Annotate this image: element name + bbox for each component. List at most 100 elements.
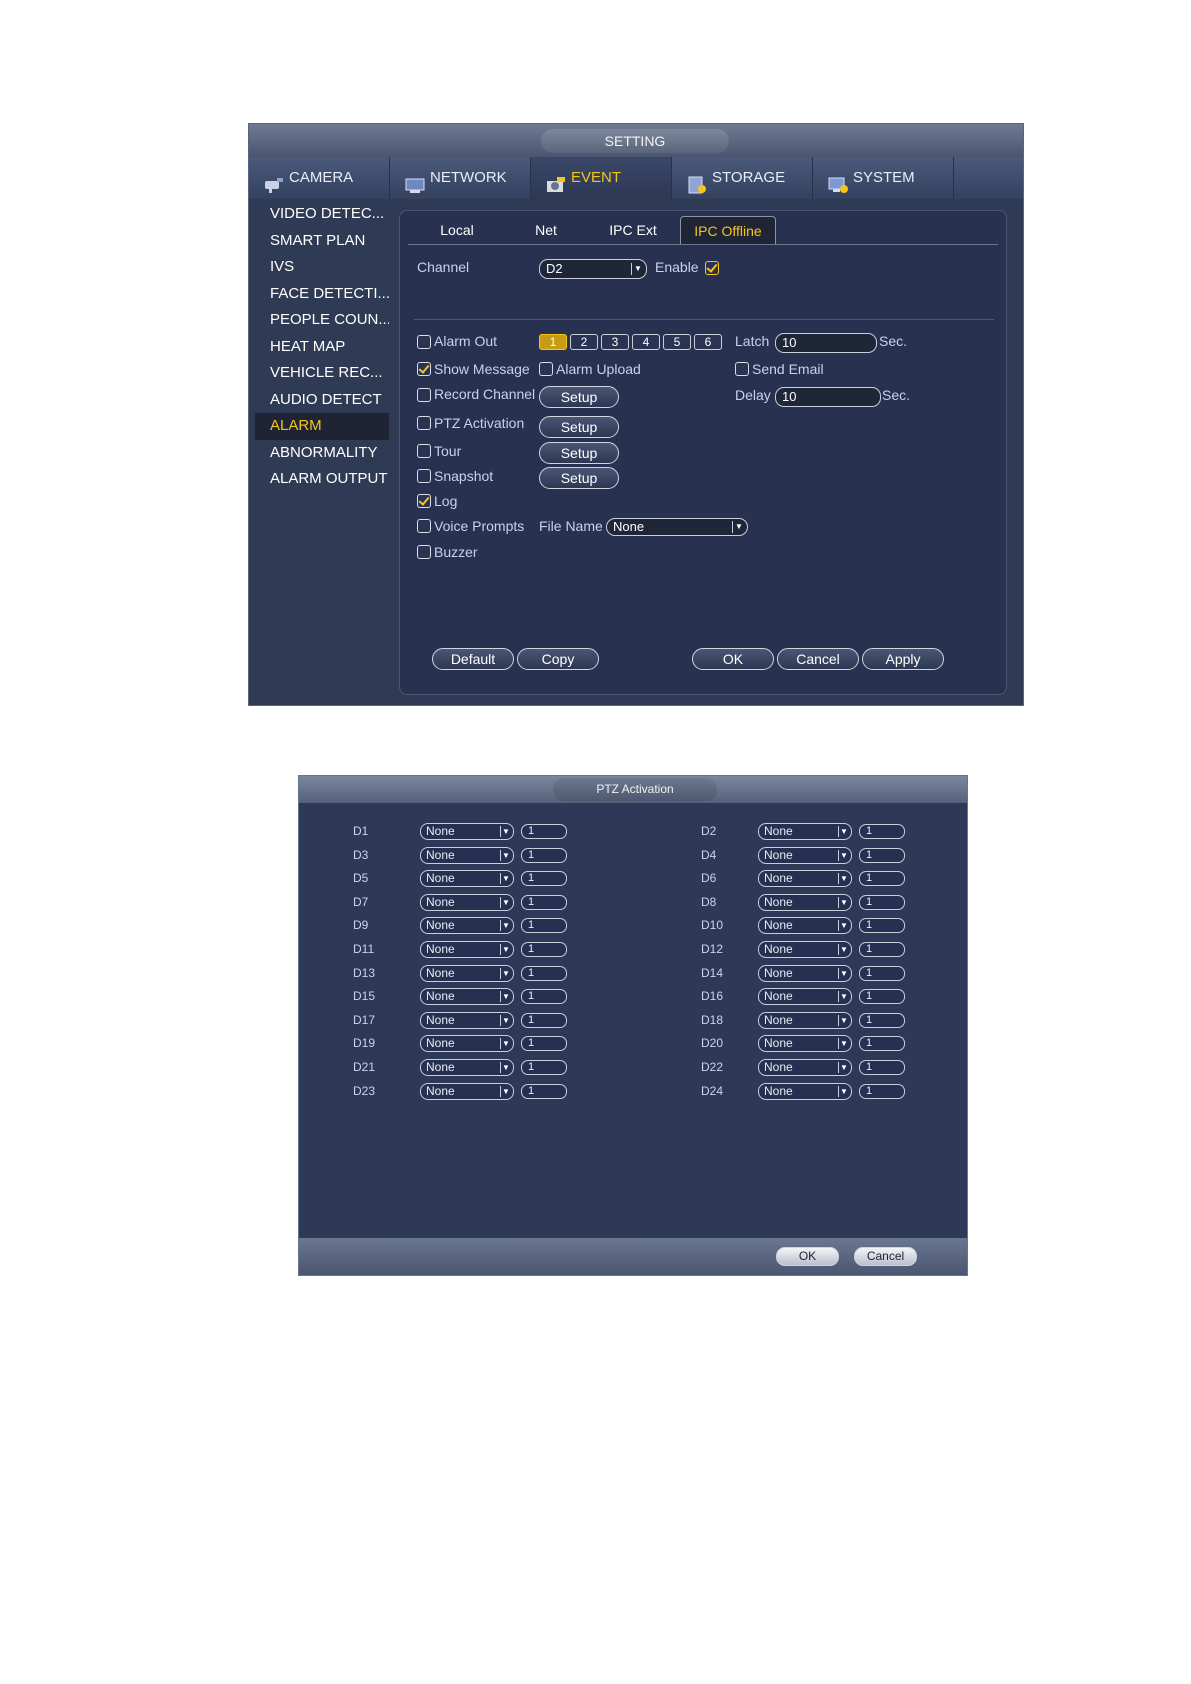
ptz-type-select[interactable]: None ▼ bbox=[420, 1035, 514, 1053]
file-name-select[interactable]: None ▼ bbox=[606, 518, 748, 536]
sidebar-item-smart-plan[interactable]: SMART PLAN bbox=[255, 228, 389, 255]
ptz-preset-number-input[interactable]: 1 bbox=[859, 1083, 905, 1099]
alarm-out-checkbox[interactable] bbox=[417, 335, 431, 349]
tour-setup-button[interactable]: Setup bbox=[539, 442, 619, 464]
alarm-out-2[interactable]: 2 bbox=[570, 334, 598, 350]
record-channel-setup-button[interactable]: Setup bbox=[539, 386, 619, 408]
ptz-type-select[interactable]: None ▼ bbox=[420, 1011, 514, 1029]
ptz-type-select[interactable]: None ▼ bbox=[420, 988, 514, 1006]
alarm-upload-checkbox[interactable] bbox=[539, 362, 553, 376]
sidebar-item-vehicle-recognition[interactable]: VEHICLE REC... bbox=[255, 360, 389, 387]
tab-camera[interactable]: CAMERA bbox=[249, 157, 390, 199]
ptz-preset-number-input[interactable]: 1 bbox=[521, 824, 567, 839]
ptz-preset-number-input[interactable]: 1 bbox=[521, 871, 567, 887]
alarm-out-6[interactable]: 6 bbox=[694, 334, 722, 350]
snapshot-setup-button[interactable]: Setup bbox=[539, 467, 619, 489]
show-message-checkbox[interactable] bbox=[417, 362, 431, 376]
ptz-preset-number-input[interactable]: 1 bbox=[521, 1060, 567, 1075]
ptz-type-select[interactable]: None ▼ bbox=[420, 917, 514, 935]
ptz-type-select[interactable]: None ▼ bbox=[758, 941, 852, 958]
sidebar-item-people-counting[interactable]: PEOPLE COUN... bbox=[255, 307, 389, 334]
ptz-preset-number-input[interactable]: 1 bbox=[521, 942, 567, 957]
alarm-out-5[interactable]: 5 bbox=[663, 334, 691, 350]
ptz-type-select[interactable]: None ▼ bbox=[758, 870, 852, 888]
ptz-type-select[interactable]: None ▼ bbox=[420, 846, 514, 864]
ptz-type-select[interactable]: None ▼ bbox=[758, 917, 852, 935]
ptz-type-select[interactable]: None ▼ bbox=[420, 1059, 514, 1076]
sidebar-item-alarm-output[interactable]: ALARM OUTPUT bbox=[255, 466, 389, 493]
ptz-type-select[interactable]: None ▼ bbox=[758, 846, 852, 864]
ptz-type-select[interactable]: None ▼ bbox=[758, 1082, 852, 1100]
send-email-checkbox[interactable] bbox=[735, 362, 749, 376]
ptz-type-select[interactable]: None ▼ bbox=[420, 823, 514, 840]
tab-storage[interactable]: STORAGE bbox=[672, 157, 813, 199]
ptz-preset-number-input[interactable]: 1 bbox=[859, 847, 905, 863]
ptz-type-select[interactable]: None ▼ bbox=[758, 988, 852, 1006]
ptz-preset-number-input[interactable]: 1 bbox=[521, 847, 567, 863]
ptz-preset-number-input[interactable]: 1 bbox=[521, 989, 567, 1005]
snapshot-checkbox[interactable] bbox=[417, 469, 431, 483]
ptz-type-select[interactable]: None ▼ bbox=[420, 1082, 514, 1100]
ptz-cancel-button[interactable]: Cancel bbox=[854, 1247, 917, 1266]
sidebar-item-video-detect[interactable]: VIDEO DETEC... bbox=[255, 201, 389, 228]
ptz-ok-button[interactable]: OK bbox=[776, 1247, 839, 1266]
ptz-type-select[interactable]: None ▼ bbox=[420, 941, 514, 958]
subtab-ipc-offline[interactable]: IPC Offline bbox=[680, 216, 776, 244]
ok-button[interactable]: OK bbox=[692, 648, 774, 670]
ptz-type-select[interactable]: None ▼ bbox=[758, 1059, 852, 1076]
ptz-preset-number-input[interactable]: 1 bbox=[859, 824, 905, 839]
delay-input[interactable]: 10 bbox=[775, 387, 881, 407]
subtab-local[interactable]: Local bbox=[414, 216, 500, 244]
ptz-preset-number-input[interactable]: 1 bbox=[859, 871, 905, 887]
ptz-preset-number-input[interactable]: 1 bbox=[521, 1036, 567, 1052]
sidebar-item-ivs[interactable]: IVS bbox=[255, 254, 389, 281]
ptz-type-select[interactable]: None ▼ bbox=[420, 964, 514, 982]
ptz-type-select[interactable]: None ▼ bbox=[758, 1035, 852, 1053]
tab-network[interactable]: NETWORK bbox=[390, 157, 531, 199]
cancel-button[interactable]: Cancel bbox=[777, 648, 859, 670]
tour-checkbox[interactable] bbox=[417, 444, 431, 458]
log-checkbox[interactable] bbox=[417, 494, 431, 508]
subtab-ipc-ext[interactable]: IPC Ext bbox=[590, 216, 676, 244]
record-channel-checkbox[interactable] bbox=[417, 388, 431, 402]
ptz-preset-number-input[interactable]: 1 bbox=[859, 965, 905, 981]
ptz-preset-number-input[interactable]: 1 bbox=[859, 989, 905, 1005]
ptz-preset-number-input[interactable]: 1 bbox=[521, 918, 567, 934]
alarm-out-3[interactable]: 3 bbox=[601, 334, 629, 350]
ptz-activation-checkbox[interactable] bbox=[417, 416, 431, 430]
ptz-preset-number-input[interactable]: 1 bbox=[521, 1012, 567, 1028]
ptz-type-select[interactable]: None ▼ bbox=[420, 893, 514, 911]
ptz-type-select[interactable]: None ▼ bbox=[758, 964, 852, 982]
ptz-type-select[interactable]: None ▼ bbox=[758, 893, 852, 911]
tab-system[interactable]: SYSTEM bbox=[813, 157, 954, 199]
ptz-type-select[interactable]: None ▼ bbox=[758, 1011, 852, 1029]
ptz-preset-number-input[interactable]: 1 bbox=[859, 942, 905, 957]
sidebar-item-audio-detect[interactable]: AUDIO DETECT bbox=[255, 387, 389, 414]
buzzer-checkbox[interactable] bbox=[417, 545, 431, 559]
ptz-preset-number-input[interactable]: 1 bbox=[521, 965, 567, 981]
tab-event[interactable]: EVENT bbox=[531, 157, 672, 199]
ptz-preset-number-input[interactable]: 1 bbox=[859, 894, 905, 910]
sidebar-item-face-detection[interactable]: FACE DETECTI... bbox=[255, 281, 389, 308]
ptz-activation-setup-button[interactable]: Setup bbox=[539, 416, 619, 438]
sidebar-item-alarm[interactable]: ALARM bbox=[255, 413, 389, 440]
voice-prompts-checkbox[interactable] bbox=[417, 519, 431, 533]
ptz-preset-number-input[interactable]: 1 bbox=[859, 1036, 905, 1052]
ptz-preset-number-input[interactable]: 1 bbox=[521, 894, 567, 910]
ptz-type-select[interactable]: None ▼ bbox=[758, 823, 852, 840]
alarm-out-1[interactable]: 1 bbox=[539, 334, 567, 350]
apply-button[interactable]: Apply bbox=[862, 648, 944, 670]
ptz-preset-number-input[interactable]: 1 bbox=[859, 918, 905, 934]
default-button[interactable]: Default bbox=[432, 648, 514, 670]
ptz-preset-number-input[interactable]: 1 bbox=[521, 1083, 567, 1099]
sidebar-item-abnormality[interactable]: ABNORMALITY bbox=[255, 440, 389, 467]
ptz-preset-number-input[interactable]: 1 bbox=[859, 1012, 905, 1028]
ptz-preset-number-input[interactable]: 1 bbox=[859, 1060, 905, 1075]
ptz-type-select[interactable]: None ▼ bbox=[420, 870, 514, 888]
sidebar-item-heat-map[interactable]: HEAT MAP bbox=[255, 334, 389, 361]
alarm-out-4[interactable]: 4 bbox=[632, 334, 660, 350]
enable-checkbox[interactable] bbox=[705, 261, 719, 275]
latch-input[interactable]: 10 bbox=[775, 333, 877, 353]
subtab-net[interactable]: Net bbox=[506, 216, 586, 244]
channel-select[interactable]: D2 ▼ bbox=[539, 259, 647, 279]
